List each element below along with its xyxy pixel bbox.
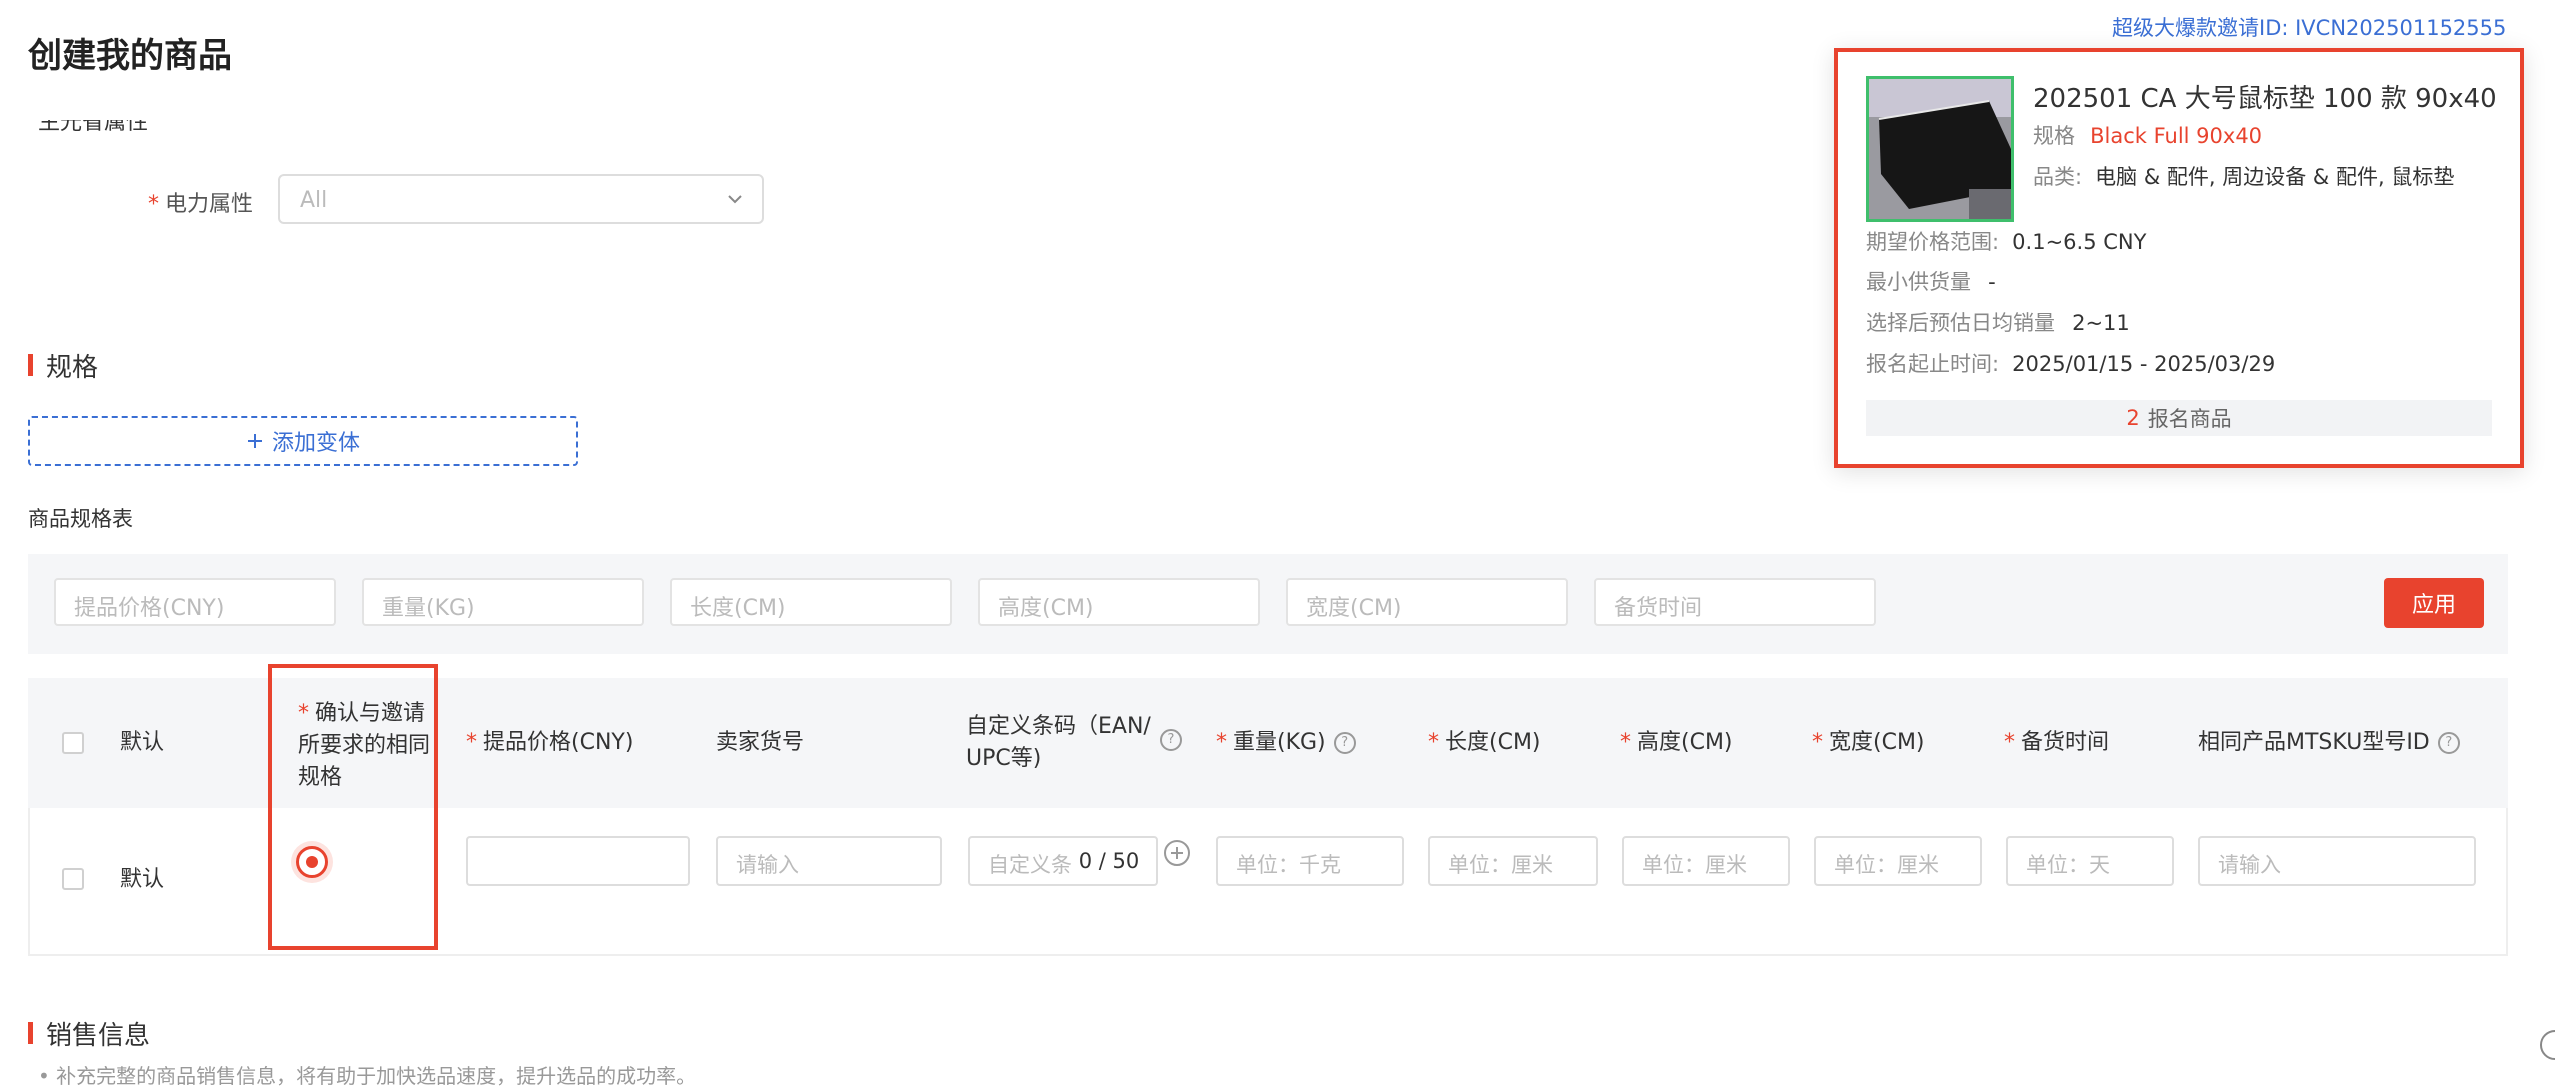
add-variant-label: 添加变体	[271, 431, 360, 456]
barcode-char-count: 0 / 50	[1078, 849, 1140, 873]
sales-section-note: • 补充完整的商品销售信息，将有助于加快选品速度，提升选品的成功率。	[38, 1064, 697, 1088]
batch-height-input[interactable]: 高度(CM)	[978, 578, 1260, 626]
col-default: 默认	[120, 730, 165, 755]
col-stock-time: * 备货时间	[2004, 730, 2110, 755]
add-variant-button[interactable]: 添加变体	[28, 416, 578, 466]
plus-icon	[247, 434, 262, 448]
chevron-down-icon	[728, 195, 742, 204]
scroll-top-icon[interactable]	[2540, 1030, 2555, 1060]
batch-stock-time-input[interactable]: 备货时间	[1594, 578, 1876, 626]
section-marker	[28, 354, 33, 376]
col-barcode: 自定义条码（EAN/ UPC等)	[966, 714, 1151, 771]
mtsku-help-icon[interactable]: ?	[2437, 732, 2460, 754]
batch-weight-input[interactable]: 重量(KG)	[362, 578, 644, 626]
barcode-placeholder: 自定义条码	[988, 853, 1072, 877]
weight-input[interactable]: 单位：千克	[1216, 836, 1404, 886]
invite-id-link[interactable]: 超级大爆款邀请ID: IVCN202501152555	[2112, 12, 2506, 42]
col-width: * 宽度(CM)	[1812, 730, 1925, 755]
col-sku: 卖家货号	[716, 730, 805, 755]
col-price: * 提品价格(CNY)	[466, 730, 634, 755]
power-attribute-select[interactable]: All	[278, 174, 764, 224]
batch-price-input[interactable]: 提品价格(CNY)	[54, 578, 336, 626]
mtsku-input[interactable]: 请输入	[2198, 836, 2476, 886]
spec-section-title: 规格	[46, 353, 99, 383]
width-input[interactable]: 单位：厘米	[1814, 836, 1982, 886]
apply-button[interactable]: 应用	[2384, 578, 2484, 628]
power-attribute-value: All	[300, 188, 328, 213]
power-attribute-label: * 电力属性	[148, 192, 254, 217]
row-default-label: 默认	[120, 867, 165, 892]
popup-highlight	[1834, 48, 2524, 468]
price-input[interactable]	[466, 836, 690, 886]
barcode-help-icon[interactable]: ?	[1160, 729, 1182, 751]
col-mtsku: 相同产品MTSKU型号ID?	[2198, 727, 2460, 759]
col-length: * 长度(CM)	[1428, 730, 1541, 755]
seller-sku-input[interactable]: 请输入	[716, 836, 942, 886]
page-title: 创建我的商品	[28, 36, 232, 76]
col-weight: * 重量(KG)?	[1216, 727, 1356, 759]
add-circle-icon[interactable]	[1162, 838, 1192, 868]
select-all-checkbox[interactable]	[62, 732, 84, 754]
weight-help-icon[interactable]: ?	[1333, 732, 1356, 754]
cut-off-section-label: 生光省属性	[38, 110, 149, 135]
length-input[interactable]: 单位：厘米	[1428, 836, 1598, 886]
col-height: * 高度(CM)	[1620, 730, 1733, 755]
sales-section-title: 销售信息	[46, 1021, 151, 1051]
batch-width-input[interactable]: 宽度(CM)	[1286, 578, 1568, 626]
spec-table-title: 商品规格表	[28, 507, 133, 531]
row-checkbox[interactable]	[62, 868, 84, 890]
stock-time-input[interactable]: 单位：天	[2006, 836, 2174, 886]
barcode-input[interactable]: 自定义条码 0 / 50	[968, 836, 1158, 886]
height-input[interactable]: 单位：厘米	[1622, 836, 1790, 886]
batch-length-input[interactable]: 长度(CM)	[670, 578, 952, 626]
section-marker	[28, 1022, 33, 1044]
confirm-column-highlight	[268, 664, 438, 950]
